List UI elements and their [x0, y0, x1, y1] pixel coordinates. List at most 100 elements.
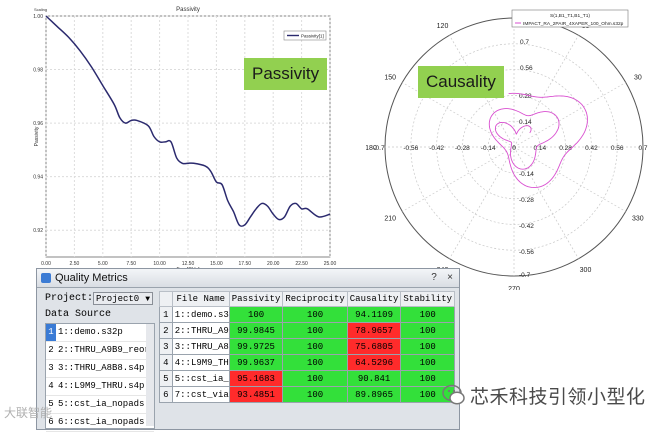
y-axis-top-text: Scaling [34, 7, 47, 12]
data-source-pane: Project: Project0 ▼ Data Source 1 1::demo… [41, 291, 159, 432]
row-number-cell: 4 [159, 354, 173, 371]
data-source-name: 5::cst_ia_nopads. [58, 399, 150, 409]
table-row[interactable]: 4 4::L9M9_TH 99.9637 100 64.5296 100 [159, 354, 455, 371]
x-tick-label: 20.00 [267, 261, 280, 267]
radial-tick-label-v: -0.42 [519, 223, 534, 230]
column-header[interactable]: Passivity [228, 291, 284, 307]
stability-cell: 100 [400, 338, 455, 355]
radial-tick-label-h: 0 [512, 145, 516, 152]
radial-tick-label-h: 0.14 [533, 145, 546, 152]
column-header[interactable]: Reciprocity [282, 291, 348, 307]
passivity-cell: 99.9637 [228, 354, 284, 371]
radial-tick-label-h: -0.7 [373, 145, 385, 152]
window-title-bar: Quality Metrics ? × [37, 269, 459, 288]
stability-cell: 100 [400, 322, 455, 339]
x-tick-label: 10.00 [153, 261, 166, 267]
chart-title: Passivity [176, 7, 200, 13]
radial-tick-label-h: -0.28 [455, 145, 470, 152]
reciprocity-cell: 100 [282, 338, 348, 355]
x-tick-label: 22.50 [295, 261, 308, 267]
file-name-cell: 7::cst_via [171, 386, 230, 403]
data-source-item[interactable]: 6 6::cst_ia_nopads.s [46, 414, 154, 432]
passivity-cell: 99.9725 [228, 338, 284, 355]
data-source-item[interactable]: 4 4::L9M9_THRU.s4p [46, 378, 154, 396]
y-tick-label: 0.94 [33, 175, 43, 181]
radial-tick-label-v: -0.28 [519, 197, 534, 204]
radial-tick-label-h: -0.56 [403, 145, 418, 152]
project-dropdown[interactable]: Project0 ▼ [93, 292, 153, 305]
passivity-cell: 93.4851 [228, 386, 284, 403]
project-value: Project0 [96, 294, 140, 304]
table-row[interactable]: 1 1::demo.s3 100 100 94.1109 100 [159, 306, 455, 323]
causality-cell: 94.1109 [346, 306, 402, 323]
y-axis-label: Passivity [34, 126, 40, 146]
reciprocity-cell: 100 [282, 322, 348, 339]
data-source-list[interactable]: 1 1::demo.s32p 2 2::THRU_A9B9_reord3 3::THRU… [45, 323, 155, 432]
data-source-name: 6::cst_ia_nopads.s [58, 417, 154, 427]
angle-label: 210 [384, 216, 396, 223]
file-name-cell: 2::THRU_A9 [171, 322, 230, 339]
help-button[interactable]: ? [427, 271, 441, 284]
causality-cell: 89.8965 [346, 386, 402, 403]
causality-cell: 90.841 [346, 370, 402, 387]
data-source-index: 2 [48, 345, 54, 355]
polar-spoke [449, 146, 515, 259]
file-name-cell: 1::demo.s3 [171, 306, 230, 323]
row-number-cell: 3 [159, 338, 173, 355]
row-number-cell: 6 [159, 386, 173, 403]
file-name-cell: 4::L9M9_TH [171, 354, 230, 371]
column-header[interactable]: File Name [171, 291, 230, 307]
reciprocity-cell: 100 [282, 386, 348, 403]
table-row[interactable]: 6 7::cst_via 93.4851 100 89.8965 100 [159, 386, 455, 403]
y-tick-label: 0.92 [33, 228, 43, 234]
x-tick-label: 7.50 [126, 261, 136, 267]
reciprocity-cell: 100 [282, 354, 348, 371]
data-source-item[interactable]: 5 5::cst_ia_nopads. [46, 396, 154, 414]
radial-tick-label-top: 0.7 [520, 39, 529, 46]
passivity-cell: 100 [228, 306, 284, 323]
polar-legend-entry: IMPACT_RA_2PAIR_4XAPER_100_Ohm.s32p [523, 21, 624, 27]
app-icon [41, 273, 51, 283]
metrics-table-container: File Name Passivity Reciprocity Causality St… [159, 291, 455, 431]
causality-overlay-label: Causality [418, 66, 504, 98]
data-source-index: 3 [48, 363, 54, 373]
window-title: Quality Metrics [55, 272, 128, 284]
radial-tick-label-h: 0.56 [611, 145, 624, 152]
metrics-table: File Name Passivity Reciprocity Causality St… [159, 291, 455, 403]
radial-tick-label-v: -0.7 [519, 272, 531, 279]
causality-polar-chart: 1201501802102402703003303060-0.7-0.56-0.… [366, 9, 648, 290]
radial-tick-label-h: -0.42 [429, 145, 444, 152]
angle-label: 30 [634, 75, 642, 82]
causality-cell: 78.9657 [346, 322, 402, 339]
radial-tick-label-v: -0.14 [519, 171, 534, 178]
column-header[interactable]: Causality [346, 291, 402, 307]
x-tick-label: 25.00 [324, 261, 337, 267]
angle-label: 150 [384, 75, 396, 82]
table-row[interactable]: 2 2::THRU_A9 99.9845 100 78.9657 100 [159, 322, 455, 339]
x-tick-label: 2.50 [70, 261, 80, 267]
stability-cell: 100 [400, 354, 455, 371]
data-source-name: 4::L9M9_THRU.s4p [58, 381, 145, 391]
causality-polar-panel: 1201501802102402703003303060-0.7-0.56-0.… [366, 0, 664, 290]
list-scrollbar[interactable] [146, 324, 154, 426]
data-source-name: 3::THRU_A8B8.s4p [58, 363, 145, 373]
column-header[interactable] [159, 291, 173, 307]
causality-cell: 64.5296 [346, 354, 402, 371]
stability-cell: 100 [400, 306, 455, 323]
data-source-item[interactable]: 2 2::THRU_A9B9_reord [46, 342, 154, 360]
reciprocity-cell: 100 [282, 370, 348, 387]
data-source-index: 1 [46, 324, 56, 341]
data-source-item[interactable]: 1 1::demo.s32p [46, 324, 154, 342]
table-header-row: File Name Passivity Reciprocity Causality St… [159, 291, 455, 307]
reciprocity-cell: 100 [282, 306, 348, 323]
data-source-item[interactable]: 3 3::THRU_A8B8.s4p [46, 360, 154, 378]
table-row[interactable]: 3 3::THRU_A8 99.9725 100 75.6805 100 [159, 338, 455, 355]
column-header[interactable]: Stability [400, 291, 455, 307]
passivity-cell: 99.9845 [228, 322, 284, 339]
close-button[interactable]: × [443, 271, 457, 284]
table-row[interactable]: 5 5::cst_ia_ 95.1683 100 90.841 100 [159, 370, 455, 387]
passivity-overlay-label: Passivity [244, 58, 328, 90]
x-tick-label: 5.00 [98, 261, 108, 267]
data-source-index: 4 [48, 381, 54, 391]
passivity-plot-panel: 0.00 2.50 5.00 7.50 10.00 12.50 15.00 17.50 20.0… [0, 0, 340, 270]
